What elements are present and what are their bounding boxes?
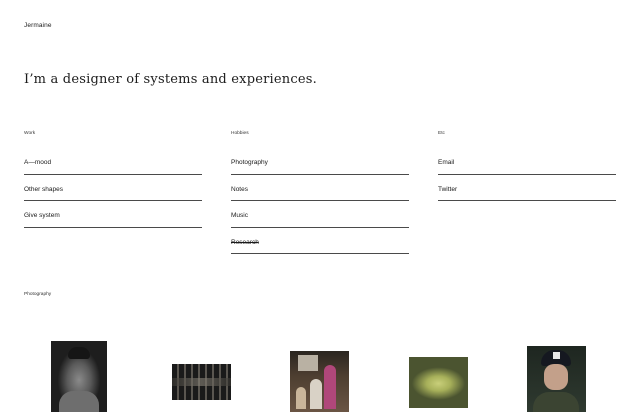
work-link-give-system[interactable]: Give system xyxy=(24,201,202,228)
hobbies-link-notes[interactable]: Notes xyxy=(231,175,409,201)
etc-list: Email Twitter xyxy=(438,148,616,201)
hobbies-column-title: Hobbies xyxy=(231,131,249,136)
hobbies-column: Hobbies Photography Notes Music Research xyxy=(231,130,409,254)
hobbies-link-label: Photography xyxy=(231,159,268,167)
work-list: A—mood Other shapes Give system xyxy=(24,148,202,228)
hobbies-link-research[interactable]: Research xyxy=(231,228,409,254)
etc-link-label: Twitter xyxy=(438,185,458,193)
photo-portrait-cap[interactable] xyxy=(527,346,586,412)
work-link-a-mood[interactable]: A—mood xyxy=(24,148,202,175)
hobbies-link-photography[interactable]: Photography xyxy=(231,148,409,175)
photo-window-blinds[interactable] xyxy=(172,364,231,400)
work-link-label: Other shapes xyxy=(24,185,64,193)
work-link-label: A—mood xyxy=(24,159,52,167)
photo-portrait-man[interactable] xyxy=(51,341,107,412)
photo-people-room[interactable] xyxy=(290,351,349,412)
hobbies-link-label: Notes xyxy=(231,185,248,193)
hobbies-list: Photography Notes Music Research xyxy=(231,148,409,254)
hobbies-link-music[interactable]: Music xyxy=(231,201,409,228)
hobbies-link-label: Research xyxy=(231,238,259,246)
page-headline: I’m a designer of systems and experience… xyxy=(24,72,317,87)
etc-column: Etc Email Twitter xyxy=(438,130,616,201)
work-link-other-shapes[interactable]: Other shapes xyxy=(24,175,202,201)
site-name[interactable]: Jermaine xyxy=(24,22,52,29)
etc-link-label: Email xyxy=(438,159,455,167)
etc-link-email[interactable]: Email xyxy=(438,148,616,175)
work-link-label: Give system xyxy=(24,212,60,220)
photography-section-title: Photography xyxy=(24,292,52,297)
work-column: Work A—mood Other shapes Give system xyxy=(24,130,202,228)
etc-column-title: Etc xyxy=(438,131,445,136)
photo-green-texture[interactable] xyxy=(409,357,468,408)
work-column-title: Work xyxy=(24,131,36,136)
etc-link-twitter[interactable]: Twitter xyxy=(438,175,616,201)
hobbies-link-label: Music xyxy=(231,212,248,220)
